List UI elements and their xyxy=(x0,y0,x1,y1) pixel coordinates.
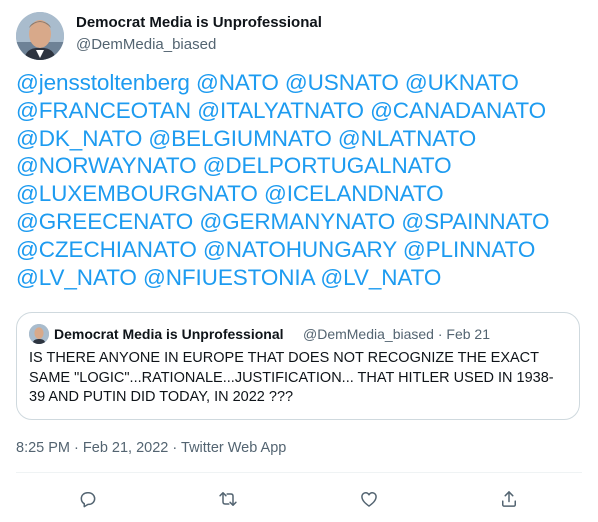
quoted-author-avatar xyxy=(29,324,49,344)
quoted-separator: · xyxy=(437,326,443,342)
quoted-date: Feb 21 xyxy=(446,326,490,342)
heart-icon xyxy=(361,492,377,507)
mention[interactable]: @LV_NATO xyxy=(320,265,441,290)
mention[interactable]: @NLATNATO xyxy=(338,126,476,151)
author-handle[interactable]: @DemMedia_biased xyxy=(76,35,216,55)
mention[interactable]: @GREECENATO xyxy=(16,209,193,234)
reply-icon xyxy=(80,492,96,508)
tweet-time[interactable]: 8:25 PM xyxy=(16,440,70,456)
mention[interactable]: @LUXEMBOURGNATO xyxy=(16,181,258,206)
meta-separator: · xyxy=(74,440,79,456)
mention[interactable]: @GERMANYNATO xyxy=(199,209,395,234)
retweet-icon xyxy=(219,492,237,506)
mention[interactable]: @NORWAYNATO xyxy=(16,153,197,178)
mention[interactable]: @jensstoltenberg xyxy=(16,70,190,95)
share-button[interactable] xyxy=(492,484,526,514)
retweet-button[interactable] xyxy=(211,484,245,514)
mention[interactable]: @DK_NATO xyxy=(16,126,142,151)
mention[interactable]: @PLINNATO xyxy=(403,237,535,262)
quoted-author-name: Democrat Media is Unprofessional xyxy=(54,326,284,342)
mention[interactable]: @NATOHUNGARY xyxy=(203,237,397,262)
share-icon xyxy=(502,491,516,507)
quoted-author-handle: @DemMedia_biased xyxy=(303,326,434,342)
mention[interactable]: @USNATO xyxy=(285,70,399,95)
mention[interactable]: @ITALYATNATO xyxy=(197,98,364,123)
mention[interactable]: @DELPORTUGALNATO xyxy=(203,153,452,178)
mention[interactable]: @NFIUESTONIA xyxy=(143,265,314,290)
mention[interactable]: @CZECHIANATO xyxy=(16,237,197,262)
reply-button[interactable] xyxy=(71,484,105,514)
author-avatar[interactable] xyxy=(16,12,64,60)
tweet: Democrat Media is Unprofessional @DemMed… xyxy=(0,0,598,522)
tweet-date[interactable]: Feb 21, 2022 xyxy=(83,440,168,456)
like-button[interactable] xyxy=(352,484,386,514)
mention[interactable]: @CANADANATO xyxy=(370,98,546,123)
mention[interactable]: @BELGIUMNATO xyxy=(148,126,331,151)
quoted-meta: @DemMedia_biased · Feb 21 xyxy=(303,324,490,344)
mention[interactable]: @NATO xyxy=(196,70,279,95)
mention[interactable]: @UKNATO xyxy=(405,70,519,95)
tweet-body: @jensstoltenberg @NATO @USNATO @UKNATO @… xyxy=(16,69,586,291)
tweet-meta: 8:25 PM · Feb 21, 2022 · Twitter Web App xyxy=(16,438,286,458)
action-divider xyxy=(16,472,582,473)
mention[interactable]: @FRANCEOTAN xyxy=(16,98,191,123)
quoted-tweet[interactable]: Democrat Media is Unprofessional @DemMed… xyxy=(16,312,580,420)
meta-separator: · xyxy=(172,440,178,456)
mention[interactable]: @ICELANDNATO xyxy=(264,181,444,206)
author-name[interactable]: Democrat Media is Unprofessional xyxy=(76,13,322,33)
mention[interactable]: @SPAINNATO xyxy=(401,209,549,234)
quoted-text: IS THERE ANYONE IN EUROPE THAT DOES NOT … xyxy=(29,350,554,405)
tweet-source-app[interactable]: Twitter Web App xyxy=(181,440,286,456)
mention[interactable]: @LV_NATO xyxy=(16,265,137,290)
